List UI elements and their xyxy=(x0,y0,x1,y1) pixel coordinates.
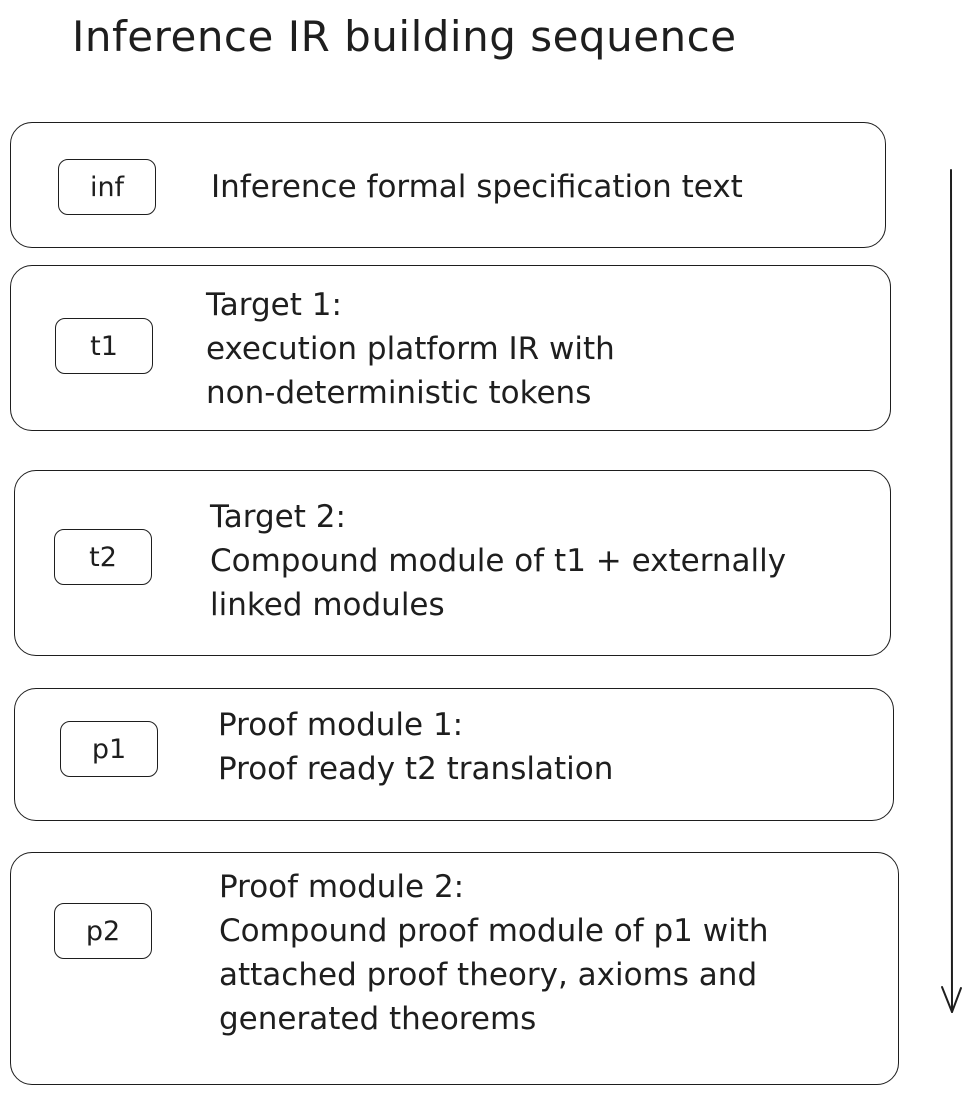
sequence-arrow xyxy=(941,169,962,1013)
